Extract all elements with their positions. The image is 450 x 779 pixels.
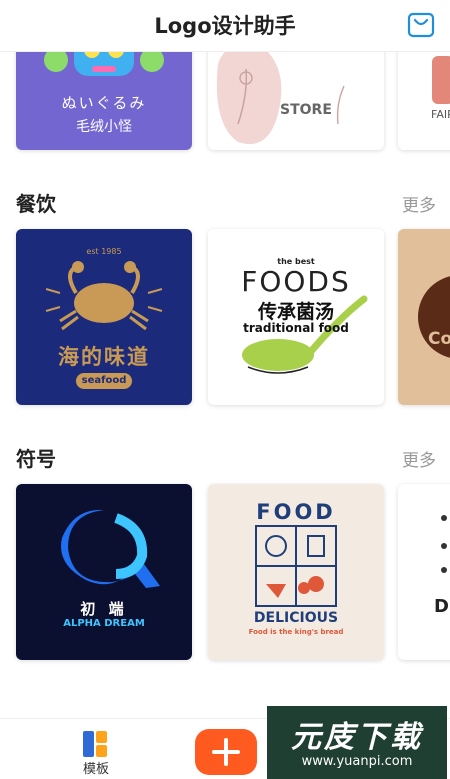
coffee-logo <box>418 276 450 358</box>
card-store-text: STORE <box>280 102 332 118</box>
watermark-title: 元庋下载 <box>291 720 423 755</box>
shopping-bag-button[interactable] <box>406 9 436 39</box>
symbols-template-row: 初 端 ALPHA DREAM FOOD DELICIOUS Food is t… <box>0 480 450 668</box>
card-plush-jp: ぬいぐるみ <box>61 94 147 112</box>
template-card-plush[interactable]: ぬいぐるみ 毛绒小怪 <box>16 52 192 150</box>
alpha-dream-cn: 初 端 <box>80 600 128 618</box>
tab-templates-label: 模板 <box>82 762 109 777</box>
section-more-dining[interactable]: 更多 <box>402 191 436 216</box>
section-more-symbols[interactable]: 更多 <box>402 446 436 471</box>
watermark: 元庋下载 www.yuanpi.com <box>267 706 447 779</box>
foods-en-text: traditional food <box>243 321 349 335</box>
app-title: Logo设计助手 <box>154 14 296 38</box>
templates-icon <box>83 731 107 757</box>
template-card-coffee[interactable]: Co <box>398 229 450 405</box>
alpha-dream-en: ALPHA DREAM <box>63 618 145 629</box>
top-template-row: ぬいぐるみ 毛绒小怪 STORE FAIR <box>0 52 450 156</box>
template-card-store[interactable]: STORE <box>208 52 384 150</box>
food-tagline: Food is the king's bread <box>248 628 344 636</box>
foods-big-text: FOODS <box>241 265 351 298</box>
food-bottom-text: DELICIOUS <box>253 610 339 626</box>
tab-templates[interactable]: 模板 <box>66 727 126 777</box>
template-card-seafood[interactable]: est 1985 海的味道 seafood <box>16 229 192 405</box>
symbol-third-partial: D <box>434 596 449 617</box>
template-card-fair[interactable]: FAIR <box>398 52 450 150</box>
template-card-alpha-dream[interactable]: 初 端 ALPHA DREAM <box>16 484 192 660</box>
shopping-bag-icon <box>407 12 435 38</box>
card-plush-cn: 毛绒小怪 <box>76 119 132 135</box>
foods-cn-text: 传承菌汤 <box>257 301 334 323</box>
template-card-symbol-third[interactable]: D <box>398 484 450 660</box>
template-card-food-delicious[interactable]: FOOD DELICIOUS Food is the king's bread <box>208 484 384 660</box>
section-title-symbols: 符号 <box>16 447 56 471</box>
watermark-url: www.yuanpi.com <box>301 754 413 769</box>
dining-template-row: est 1985 海的味道 seafood the best FOODS 传承菌… <box>0 225 450 413</box>
seafood-small-text: est 1985 <box>86 247 122 256</box>
fair-logo-mark <box>432 56 450 104</box>
card-fair-text: FAIR <box>431 108 450 121</box>
food-top-text: FOOD <box>256 500 336 524</box>
section-title-dining: 餐饮 <box>16 192 56 216</box>
app-header: Logo设计助手 <box>0 0 450 52</box>
create-button[interactable] <box>195 729 257 775</box>
store-floral-logo <box>216 52 345 144</box>
coffee-partial-text: Co <box>428 329 450 349</box>
utensils-logo <box>441 515 447 573</box>
template-card-foods[interactable]: the best FOODS 传承菌汤 traditional food <box>208 229 384 405</box>
seafood-badge: seafood <box>76 373 132 389</box>
plus-icon <box>212 738 240 766</box>
swirl-logo <box>61 509 160 588</box>
seafood-name: 海的味道 <box>58 345 150 369</box>
